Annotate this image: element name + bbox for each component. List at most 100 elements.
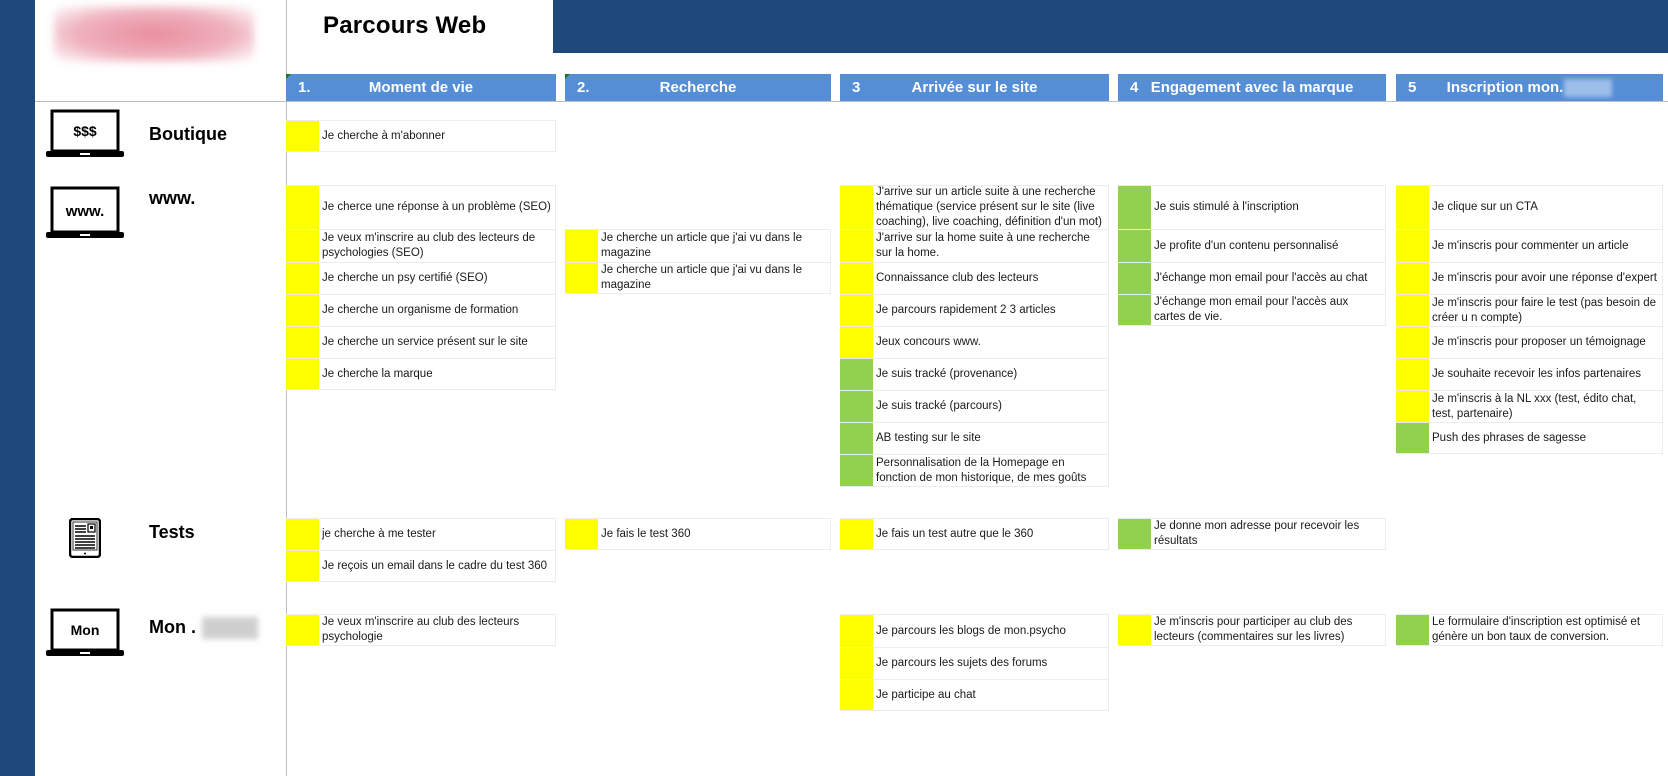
journey-step-card: Je cherche un article que j'ai vu dans l…	[565, 229, 831, 262]
journey-step-text: Je souhaite recevoir les infos partenair…	[1432, 368, 1642, 380]
status-indicator-yellow	[840, 263, 873, 294]
status-indicator-yellow	[286, 263, 319, 294]
column-label: Moment de vie	[368, 79, 474, 96]
journey-step-text: AB testing sur le site	[876, 432, 981, 444]
journey-step-card: Jeux concours www.	[840, 326, 1109, 358]
status-indicator-yellow	[286, 230, 319, 262]
journey-step-card: Je donne mon adresse pour recevoir les r…	[1118, 518, 1386, 550]
journey-step-card: Je cherche la marque	[286, 358, 556, 390]
column-label: Inscription mon.	[1396, 74, 1663, 101]
journey-step-card: Je m'inscris pour faire le test (pas bes…	[1396, 294, 1663, 326]
journey-step-card: Je profite d'un contenu personnalisé	[1118, 229, 1386, 262]
journey-step-text: Je clique sur un CTA	[1432, 201, 1538, 213]
status-indicator-yellow	[840, 186, 873, 229]
status-indicator-yellow	[286, 359, 319, 389]
journey-step-text: Je fais le test 360	[601, 527, 691, 540]
journey-step-text: Je veux m'inscrire au club des lecteurs …	[322, 616, 520, 643]
journey-step-text: J'échange mon email pour l'accès aux car…	[1154, 296, 1349, 323]
journey-step-text: Je parcours les blogs de mon.psycho	[876, 624, 1066, 637]
status-indicator-green	[840, 391, 873, 422]
journey-step-text: je cherche à me tester	[322, 528, 436, 540]
status-indicator-yellow	[840, 680, 873, 710]
status-indicator-green	[1118, 295, 1151, 325]
journey-step-text: Je cherche un organisme de formation	[322, 304, 519, 316]
journey-step-card: Je suis tracké (provenance)	[840, 358, 1109, 390]
journey-step-text: Personnalisation de la Homepage en fonct…	[876, 456, 1087, 484]
journey-step-card: Je m'inscris pour proposer un témoignage	[1396, 326, 1663, 358]
journey-step-text: Je cherche un article que j'ai vu dans l…	[601, 264, 803, 291]
journey-step-text: Je cherce une réponse à un problème (SEO…	[322, 201, 551, 213]
row-label-mon: Mon .	[149, 617, 258, 640]
status-indicator-yellow	[1118, 615, 1151, 645]
status-indicator-green	[840, 423, 873, 454]
status-indicator-yellow	[840, 648, 873, 679]
journey-step-card: Personnalisation de la Homepage en fonct…	[840, 454, 1109, 487]
left-navy-band	[0, 0, 35, 776]
column-header-engagement: 4 Engagement avec la marque	[1118, 74, 1386, 101]
journey-step-text: Je donne mon adresse pour recevoir les r…	[1154, 520, 1360, 547]
icon-text: $$$	[73, 123, 97, 139]
journey-step-card: J'arrive sur un article suite à une rech…	[840, 185, 1109, 229]
status-indicator-green	[1118, 230, 1151, 262]
journey-step-text: Je veux m'inscrire au club des lecteurs …	[322, 232, 536, 259]
journey-step-text: Je cherche un article que j'ai vu dans l…	[601, 232, 803, 259]
journey-step-text: Le formulaire d'inscription est optimisé…	[1432, 616, 1641, 643]
column-label-text: Inscription mon.	[1446, 79, 1564, 96]
status-indicator-green	[1118, 186, 1151, 229]
journey-step-text: Je cherche un service présent sur le sit…	[322, 336, 528, 348]
status-indicator-yellow	[1396, 186, 1429, 229]
journey-step-card: Push des phrases de sagesse	[1396, 422, 1663, 454]
journey-step-text: Push des phrases de sagesse	[1432, 431, 1587, 444]
journey-step-card: Je fais un test autre que le 360	[840, 518, 1109, 550]
journey-step-text: Je parcours rapidement 2 3 articles	[876, 304, 1056, 316]
journey-step-card: Je cherche un organisme de formation	[286, 294, 556, 326]
journey-step-text: Je m'inscris pour avoir une réponse d'ex…	[1432, 272, 1657, 284]
column-header-arrivee-sur-le-site: 3 Arrivée sur le site	[840, 74, 1109, 101]
journey-step-text: Je suis stimulé à l'inscription	[1154, 201, 1299, 213]
status-indicator-yellow	[1396, 230, 1429, 262]
status-indicator-yellow	[286, 519, 319, 550]
header-divider	[35, 101, 1668, 102]
status-indicator-yellow	[286, 121, 319, 151]
status-indicator-green	[840, 359, 873, 390]
journey-step-text: Je m'inscris à la NL xxx (test, édito ch…	[1432, 392, 1637, 420]
status-indicator-yellow	[840, 230, 873, 262]
journey-step-text: Je m'inscris pour commenter un article	[1432, 239, 1629, 252]
journey-step-text: Je cherche un psy certifié (SEO)	[322, 272, 488, 284]
laptop-dollar-icon: $$$	[45, 109, 125, 164]
journey-step-text: Je fais un test autre que le 360	[876, 527, 1034, 540]
status-indicator-yellow	[1396, 327, 1429, 358]
laptop-mon-icon: Mon	[45, 608, 125, 663]
row-label-boutique: Boutique	[149, 124, 227, 144]
journey-step-card: Je veux m'inscrire au club des lecteurs …	[286, 229, 556, 262]
status-indicator-yellow	[286, 327, 319, 358]
status-indicator-yellow	[1396, 263, 1429, 294]
journey-step-text: Je reçois un email dans le cadre du test…	[322, 559, 548, 572]
status-indicator-green	[1118, 263, 1151, 294]
status-indicator-yellow	[565, 263, 598, 293]
status-indicator-yellow	[840, 327, 873, 358]
column-header-inscription: 5 Inscription mon.	[1396, 74, 1663, 101]
journey-step-card: J'échange mon email pour l'accès aux car…	[1118, 294, 1386, 326]
redacted-text	[1564, 79, 1613, 98]
journey-step-card: Je m'inscris à la NL xxx (test, édito ch…	[1396, 390, 1663, 422]
status-indicator-green	[1396, 615, 1429, 645]
journey-step-card: Je reçois un email dans le cadre du test…	[286, 550, 556, 582]
journey-step-text: Connaissance club des lecteurs	[876, 272, 1039, 284]
journey-step-card: J'échange mon email pour l'accès au chat	[1118, 262, 1386, 294]
status-indicator-yellow	[286, 295, 319, 326]
journey-step-card: Je m'inscris pour participer au club des…	[1118, 614, 1386, 646]
journey-step-text: Je profite d'un contenu personnalisé	[1154, 239, 1339, 252]
icon-text: www.	[65, 203, 105, 220]
column-header-recherche: 2. Recherche	[565, 74, 831, 101]
journey-step-text: Je suis tracké (provenance)	[876, 368, 1018, 380]
tablet-document-icon	[68, 517, 102, 563]
journey-step-text: Je suis tracké (parcours)	[876, 400, 1002, 412]
icon-text: Mon	[71, 622, 100, 638]
status-indicator-green	[1118, 519, 1151, 549]
status-indicator-yellow	[565, 519, 598, 549]
journey-step-text: Je m'inscris pour faire le test (pas bes…	[1432, 296, 1656, 324]
status-indicator-yellow	[1396, 295, 1429, 326]
status-indicator-yellow	[286, 615, 319, 645]
journey-step-text: Jeux concours www.	[876, 336, 981, 348]
